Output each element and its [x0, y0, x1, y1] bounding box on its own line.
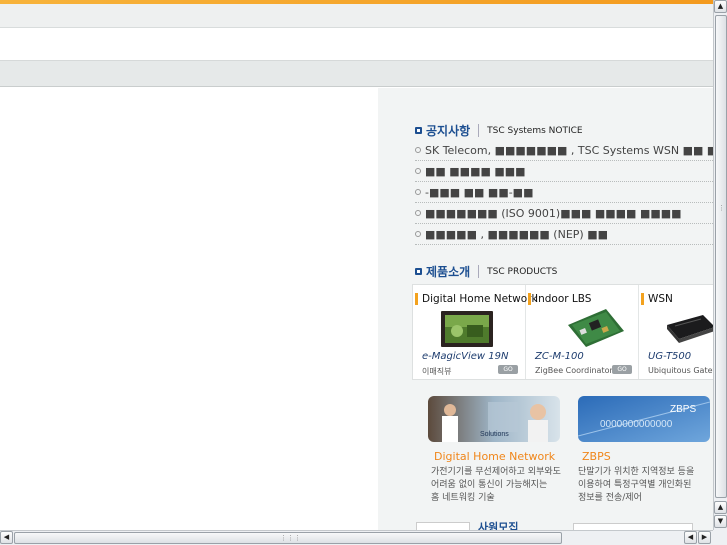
notice-title[interactable]: 공지사항: [426, 122, 470, 139]
notice-text[interactable]: ■■ ■■■■ ■■■: [425, 161, 526, 181]
notice-item[interactable]: ■■■■■■■ (ISO 9001)■■■ ■■■■ ■■■■: [415, 203, 713, 224]
bullet-icon: [415, 189, 421, 195]
product-model[interactable]: e-MagicView 19N: [422, 351, 508, 362]
horizontal-scrollbar[interactable]: ◀ ⋮⋮⋮ ◀ ▶: [0, 530, 713, 545]
product-subtitle: 이매직뷰: [422, 367, 452, 376]
notice-text[interactable]: ■■■■■■■ (ISO 9001)■■■ ■■■■ ■■■■: [425, 203, 682, 223]
products-box: Digital Home Network e-MagicView 19N 이매직…: [412, 284, 713, 380]
bottom-banner[interactable]: [573, 523, 693, 530]
solution-description: 단말기가 위치한 지역정보 등을 이용하여 특정구역별 개인화된 정보를 전송/…: [578, 467, 695, 503]
go-button[interactable]: GO: [498, 365, 518, 374]
header-band: [0, 4, 713, 28]
divider: [478, 124, 480, 137]
bullet-icon: [415, 147, 421, 153]
scroll-down-button[interactable]: ▼: [714, 515, 727, 528]
product-model[interactable]: ZC-M-100: [535, 351, 584, 362]
svg-text:Solutions: Solutions: [480, 431, 509, 438]
main-content-area: [0, 88, 378, 530]
recruit-title[interactable]: 사원모집: [478, 520, 518, 530]
solution-title[interactable]: Digital Home Network: [434, 450, 555, 463]
product-category: Indoor LBS: [528, 293, 591, 305]
product-card[interactable]: WSN UG-T500 Ubiquitous Gateway: [639, 285, 713, 379]
bullet-icon: [415, 231, 421, 237]
monitor-image: [441, 311, 493, 347]
divider: [478, 265, 480, 278]
section-bullet-icon: [415, 127, 422, 134]
bullet-icon: [415, 168, 421, 174]
notice-item[interactable]: ■■■■■ , ■■■■■■ (NEP) ■■: [415, 224, 713, 245]
notice-text[interactable]: -■■■ ■■ ■■-■■: [425, 182, 533, 202]
circuit-board-image: [568, 309, 624, 347]
gateway-device-image: [667, 315, 713, 343]
grip-icon: ⋮⋮⋮: [280, 534, 301, 542]
grip-icon: ⋮⋮: [718, 204, 727, 212]
product-subtitle: ZigBee Coordinator: [535, 366, 613, 375]
notice-header: 공지사항 TSC Systems NOTICE: [415, 122, 583, 139]
right-panel: 공지사항 TSC Systems NOTICE SK Telecom, ■■■■…: [378, 88, 713, 530]
notice-item[interactable]: -■■■ ■■ ■■-■■: [415, 182, 713, 203]
bottom-banner[interactable]: [416, 522, 470, 530]
product-card[interactable]: Digital Home Network e-MagicView 19N 이매직…: [413, 285, 538, 379]
solution-banner-home[interactable]: Solutions: [428, 396, 560, 442]
bullet-icon: [415, 210, 421, 216]
scrollbar-corner: [713, 530, 727, 545]
horizontal-scroll-thumb[interactable]: ⋮⋮⋮: [14, 532, 562, 544]
solution-zbps-image: ZBPS 0000000000000: [578, 396, 710, 442]
scroll-left-button[interactable]: ◀: [0, 531, 13, 544]
product-category: Digital Home Network: [415, 293, 538, 305]
svg-text:ZBPS: ZBPS: [670, 404, 696, 415]
subnav-band: [0, 61, 713, 87]
go-button[interactable]: GO: [612, 365, 632, 374]
notice-subtitle: TSC Systems NOTICE: [487, 125, 583, 136]
vertical-scroll-thumb[interactable]: ⋮⋮: [715, 15, 727, 498]
product-category: WSN: [641, 293, 673, 305]
nav-band: [0, 28, 713, 61]
products-header: 제품소개 TSC PRODUCTS: [415, 263, 557, 280]
vertical-scrollbar[interactable]: ▲ ⋮⋮ ▲ ▼: [713, 0, 727, 530]
products-title[interactable]: 제품소개: [426, 263, 470, 280]
products-subtitle: TSC PRODUCTS: [487, 266, 558, 277]
scroll-up-button-lower[interactable]: ▲: [714, 501, 727, 514]
solution-home-image: Solutions: [428, 396, 560, 442]
solution-title[interactable]: ZBPS: [582, 450, 611, 463]
notice-list: SK Telecom, ■■■■■■■ , TSC Systems WSN ■■…: [415, 140, 713, 245]
product-subtitle: Ubiquitous Gateway: [648, 366, 713, 375]
solution-banner-zbps[interactable]: ZBPS 0000000000000: [578, 396, 710, 442]
notice-text[interactable]: ■■■■■ , ■■■■■■ (NEP) ■■: [425, 224, 608, 244]
scroll-right-button[interactable]: ▶: [698, 531, 711, 544]
svg-text:0000000000000: 0000000000000: [600, 419, 673, 430]
section-bullet-icon: [415, 268, 422, 275]
scroll-left-button-right[interactable]: ◀: [684, 531, 697, 544]
notice-item[interactable]: ■■ ■■■■ ■■■: [415, 161, 713, 182]
solution-description: 가전기기를 무선제어하고 외부와도 어려움 없이 통신이 가능해지는 홈 네트워…: [431, 467, 561, 503]
scroll-up-button[interactable]: ▲: [714, 0, 727, 13]
product-model[interactable]: UG-T500: [648, 351, 691, 362]
notice-item[interactable]: SK Telecom, ■■■■■■■ , TSC Systems WSN ■■…: [415, 140, 713, 161]
product-card[interactable]: Indoor LBS ZC-M-100 ZigBee Coordinator G…: [526, 285, 639, 379]
notice-text[interactable]: SK Telecom, ■■■■■■■ , TSC Systems WSN ■■…: [425, 140, 713, 160]
